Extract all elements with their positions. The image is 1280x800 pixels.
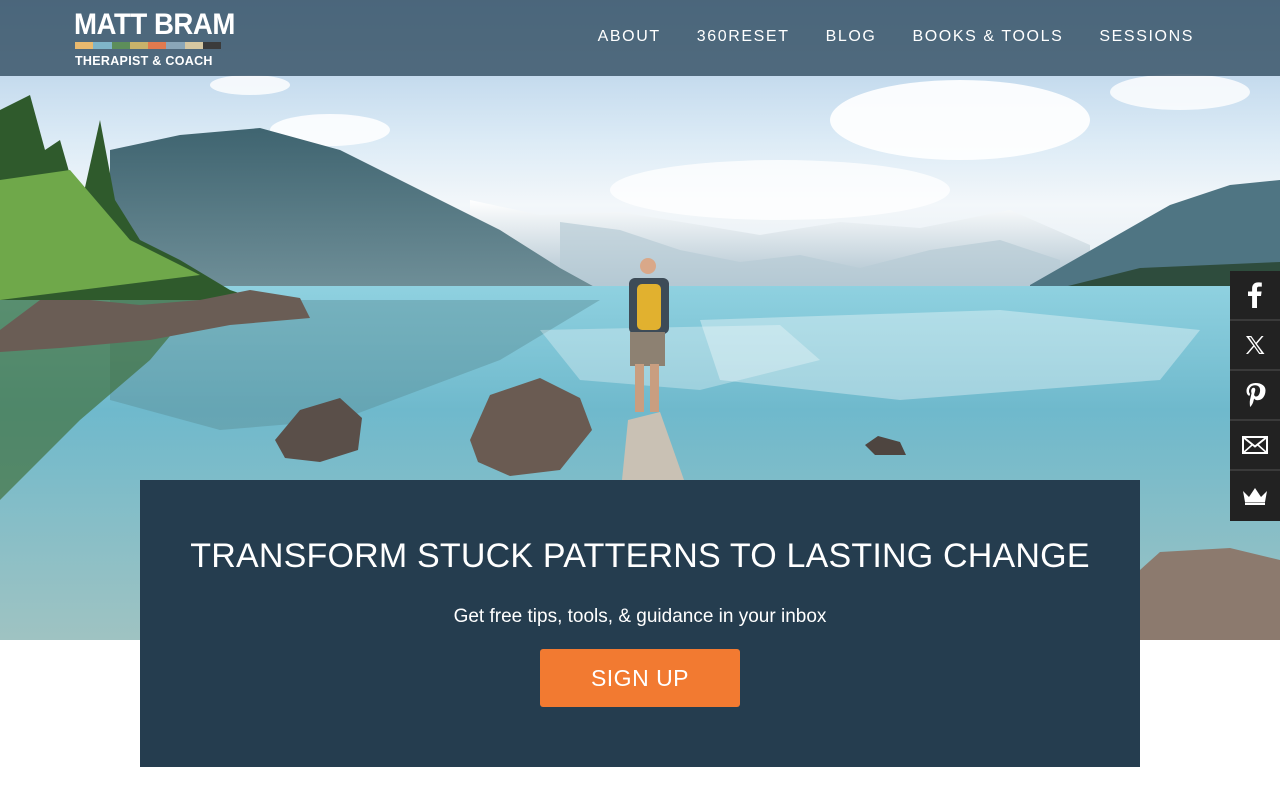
logo-color-stripe — [75, 42, 221, 49]
x-share-button[interactable] — [1230, 321, 1280, 371]
site-logo[interactable]: MATT BRAM THERAPIST & COACH — [74, 9, 235, 69]
email-share-button[interactable] — [1230, 421, 1280, 471]
signup-subtext: Get free tips, tools, & guidance in your… — [453, 606, 827, 627]
logo-name: MATT BRAM — [74, 8, 235, 41]
x-icon — [1246, 336, 1265, 354]
signup-button[interactable]: SIGN UP — [540, 649, 740, 707]
nav-item-about[interactable]: ABOUT — [598, 26, 661, 48]
nav-item-books-tools[interactable]: BOOKS & TOOLS — [912, 26, 1063, 48]
pinterest-icon — [1246, 383, 1266, 407]
main-nav: ABOUT 360RESET BLOG BOOKS & TOOLS SESSIO… — [598, 26, 1194, 48]
nav-item-blog[interactable]: BLOG — [826, 26, 877, 48]
site-header: MATT BRAM THERAPIST & COACH ABOUT 360RES… — [0, 0, 1280, 76]
logo-tagline: THERAPIST & COACH — [75, 54, 213, 68]
email-icon — [1242, 436, 1268, 454]
newsletter-signup-panel: TRANSFORM STUCK PATTERNS TO LASTING CHAN… — [140, 480, 1140, 767]
pinterest-share-button[interactable] — [1230, 371, 1280, 421]
facebook-icon — [1248, 282, 1262, 308]
facebook-share-button[interactable] — [1230, 271, 1280, 321]
social-share-bar — [1230, 271, 1280, 521]
sumo-share-button[interactable] — [1230, 471, 1280, 521]
crown-icon — [1243, 488, 1267, 505]
nav-item-360reset[interactable]: 360RESET — [697, 26, 790, 48]
signup-headline: TRANSFORM STUCK PATTERNS TO LASTING CHAN… — [190, 537, 1090, 575]
nav-item-sessions[interactable]: SESSIONS — [1099, 26, 1194, 48]
